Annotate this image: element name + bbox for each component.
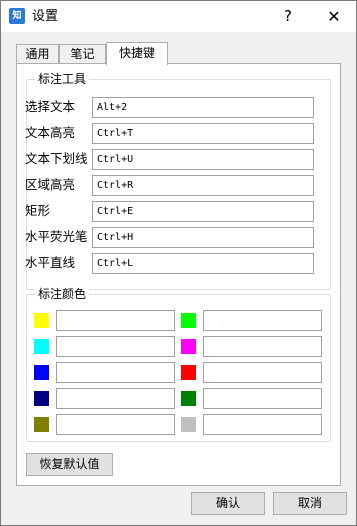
color-name-input[interactable] (56, 336, 175, 357)
shortcut-label: 文本下划线 (25, 151, 88, 166)
close-button[interactable]: ✕ (311, 1, 357, 32)
color-name-input[interactable] (56, 388, 175, 409)
color-swatch[interactable] (181, 391, 196, 406)
color-swatch[interactable] (34, 365, 49, 380)
color-name-input[interactable] (203, 414, 322, 435)
help-button[interactable]: ? (265, 1, 311, 32)
shortcut-input[interactable]: Ctrl+E (92, 201, 314, 222)
shortcut-label: 矩形 (25, 203, 51, 218)
color-name-input[interactable] (203, 388, 322, 409)
shortcut-input[interactable]: Ctrl+L (92, 253, 314, 274)
shortcut-input[interactable]: Ctrl+R (92, 175, 314, 196)
settings-dialog: 知 设置 ? ✕ 通用 笔记 快捷键 标注工具 标注颜色 选择文本 Alt+2 文本… (0, 0, 357, 526)
shortcut-label: 区域高亮 (25, 177, 76, 192)
color-name-input[interactable] (203, 310, 322, 331)
shortcut-input[interactable]: Alt+2 (92, 97, 314, 118)
color-swatch[interactable] (34, 391, 49, 406)
cancel-button[interactable]: 取消 (273, 492, 347, 515)
color-swatch[interactable] (181, 365, 196, 380)
color-name-input[interactable] (56, 310, 175, 331)
color-swatch[interactable] (34, 313, 49, 328)
color-name-input[interactable] (203, 336, 322, 357)
color-name-input[interactable] (56, 362, 175, 383)
tab-notes[interactable]: 笔记 (59, 44, 106, 64)
shortcut-label: 文本高亮 (25, 125, 76, 140)
window-title: 设置 (32, 9, 59, 24)
tab-general[interactable]: 通用 (16, 44, 59, 64)
color-name-input[interactable] (56, 414, 175, 435)
color-swatch[interactable] (181, 417, 196, 432)
shortcuts-panel: 标注工具 标注颜色 选择文本 Alt+2 文本高亮 Ctrl+T 文本下划线 Ctrl+U… (16, 63, 341, 486)
color-swatch[interactable] (34, 417, 49, 432)
shortcut-label: 水平直线 (25, 255, 76, 270)
color-swatch[interactable] (34, 339, 49, 354)
shortcut-label: 选择文本 (25, 99, 76, 114)
annotation-tools-title: 标注工具 (35, 71, 90, 87)
app-icon: 知 (9, 8, 25, 24)
color-name-input[interactable] (203, 362, 322, 383)
confirm-button[interactable]: 确认 (191, 492, 265, 515)
annotation-colors-title: 标注颜色 (35, 286, 90, 302)
color-swatch[interactable] (181, 313, 196, 328)
shortcut-input[interactable]: Ctrl+U (92, 149, 314, 170)
color-swatch[interactable] (181, 339, 196, 354)
shortcut-input[interactable]: Ctrl+T (92, 123, 314, 144)
restore-defaults-button[interactable]: 恢复默认值 (26, 453, 113, 476)
shortcut-input[interactable]: Ctrl+H (92, 227, 314, 248)
tab-shortcuts[interactable]: 快捷键 (106, 42, 168, 65)
title-bar: 知 设置 ? ✕ (1, 1, 356, 32)
shortcut-label: 水平荧光笔 (25, 229, 88, 244)
